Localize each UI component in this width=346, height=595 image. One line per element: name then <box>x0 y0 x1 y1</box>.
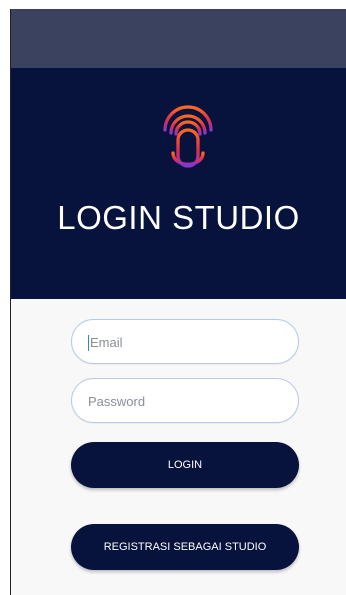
microphone-logo-icon <box>163 105 213 184</box>
app-screen: LOGIN STUDIO Email Password LOGIN REGIST… <box>10 9 346 595</box>
email-placeholder: Email <box>90 335 123 351</box>
login-button-label: LOGIN <box>167 459 203 471</box>
register-studio-button[interactable]: REGISTRASI SEBAGAI STUDIO <box>71 524 299 570</box>
status-bar <box>11 9 346 68</box>
login-header: LOGIN STUDIO <box>11 68 346 299</box>
page-title: LOGIN STUDIO <box>57 199 300 236</box>
register-button-label: REGISTRASI SEBAGAI STUDIO <box>103 541 267 553</box>
text-cursor <box>88 334 89 351</box>
login-button[interactable]: LOGIN <box>71 442 299 488</box>
password-placeholder: Password <box>88 394 146 410</box>
password-field[interactable]: Password <box>71 378 299 423</box>
email-field[interactable]: Email <box>71 319 299 364</box>
login-form: Email Password LOGIN REGISTRASI SEBAGAI … <box>11 299 346 595</box>
